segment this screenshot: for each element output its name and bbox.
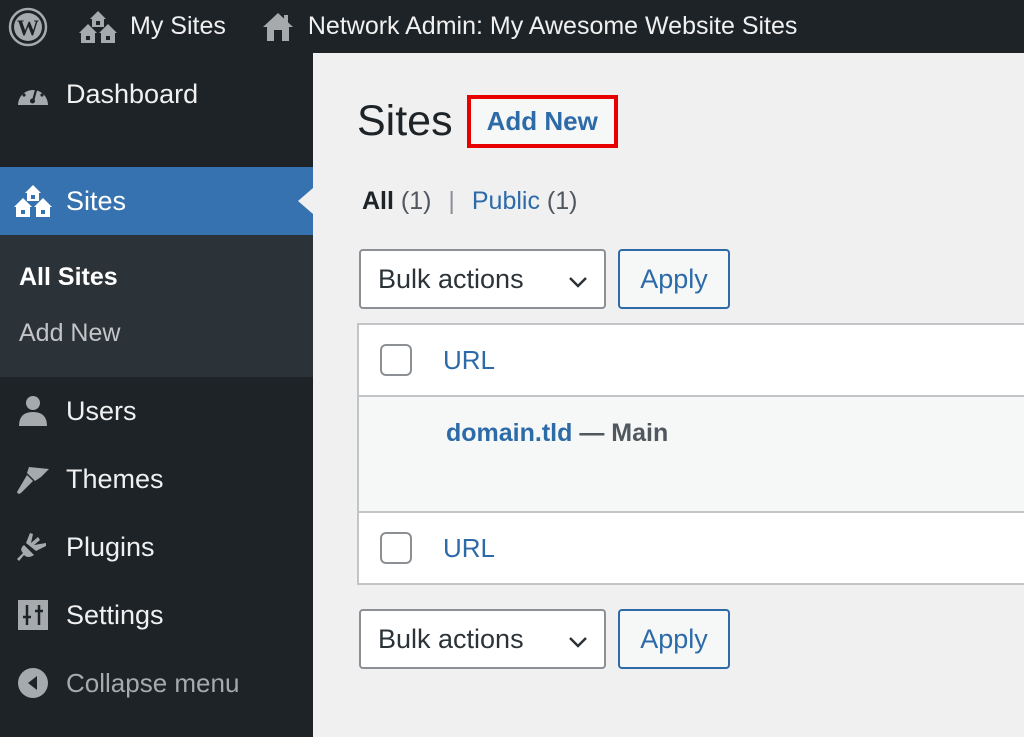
admin-bar: W My Sites Network Admin: My Awesome Web…	[0, 0, 1024, 53]
table-header: URL	[359, 325, 1024, 397]
plugin-icon	[0, 531, 66, 563]
svg-text:W: W	[17, 15, 39, 40]
sidebar-item-plugins[interactable]: Plugins	[0, 513, 313, 581]
filter-all-count: (1)	[400, 187, 432, 215]
sidebar-item-settings[interactable]: Settings	[0, 581, 313, 649]
tablenav-top: Bulk actions Apply	[359, 249, 730, 309]
bulk-actions-select[interactable]: Bulk actions	[359, 249, 606, 309]
multisite-icon	[0, 184, 66, 218]
sidebar-item-label: Collapse menu	[66, 667, 240, 698]
page-title: Sites	[357, 97, 453, 145]
collapse-icon	[0, 667, 66, 699]
chevron-down-icon	[568, 624, 588, 655]
my-sites-menu[interactable]: My Sites	[78, 0, 226, 53]
brush-icon	[0, 463, 66, 495]
users-icon	[0, 395, 66, 427]
dashboard-icon	[0, 79, 66, 107]
bulk-actions-value: Bulk actions	[378, 263, 524, 294]
tablenav-bottom: Bulk actions Apply	[359, 609, 730, 669]
multisite-icon	[78, 10, 118, 44]
table-footer: URL	[359, 511, 1024, 583]
column-footer-url[interactable]: URL	[443, 533, 495, 564]
wordpress-logo-icon: W	[8, 7, 48, 47]
filter-separator: |	[448, 187, 455, 215]
main-content: Sites Add New All (1) | Public (1) Bulk …	[313, 53, 1024, 737]
site-label: — Main	[572, 419, 669, 447]
sidebar-item-label: Settings	[66, 599, 164, 630]
table-row: domain.tld — Main	[359, 397, 1024, 511]
sidebar-item-label: Dashboard	[66, 79, 199, 109]
network-admin-menu[interactable]: Network Admin: My Awesome Website Sites	[262, 0, 798, 53]
apply-button-bottom[interactable]: Apply	[618, 609, 730, 669]
column-header-url[interactable]: URL	[443, 345, 495, 376]
sidebar-item-label: Sites	[66, 185, 127, 216]
select-all-checkbox[interactable]	[380, 344, 412, 376]
bulk-actions-value: Bulk actions	[378, 623, 524, 654]
filter-public[interactable]: Public	[472, 187, 540, 215]
filter-public-count: (1)	[546, 187, 578, 215]
submenu-item-add-new[interactable]: Add New	[0, 305, 313, 361]
sites-table: URL domain.tld — Main URL	[357, 323, 1024, 585]
network-admin-label: Network Admin: My Awesome Website Sites	[307, 12, 798, 40]
wordpress-logo-button[interactable]: W	[8, 0, 48, 53]
sidebar-item-users[interactable]: Users	[0, 377, 313, 445]
sidebar-item-themes[interactable]: Themes	[0, 445, 313, 513]
admin-sidebar: Dashboard Sites All Sites Add New Users …	[0, 53, 313, 737]
sites-submenu: All Sites Add New	[0, 235, 313, 377]
status-filters: All (1) | Public (1)	[362, 187, 577, 216]
settings-icon	[0, 600, 66, 630]
sidebar-item-label: Themes	[66, 463, 164, 494]
home-icon	[262, 11, 294, 43]
submenu-item-all-sites[interactable]: All Sites	[0, 249, 313, 305]
apply-button[interactable]: Apply	[618, 249, 730, 309]
bulk-actions-select-bottom[interactable]: Bulk actions	[359, 609, 606, 669]
chevron-down-icon	[568, 264, 588, 295]
sidebar-item-dashboard[interactable]: Dashboard	[0, 53, 313, 167]
sidebar-item-label: Users	[66, 395, 137, 426]
select-all-checkbox-footer[interactable]	[380, 532, 412, 564]
sidebar-item-label: Plugins	[66, 531, 155, 562]
add-new-button[interactable]: Add New	[466, 95, 618, 148]
filter-all[interactable]: All	[362, 187, 394, 215]
page-header: Sites Add New	[357, 95, 618, 148]
site-url-link[interactable]: domain.tld	[446, 419, 572, 447]
my-sites-label: My Sites	[130, 12, 226, 40]
collapse-menu-button[interactable]: Collapse menu	[0, 649, 313, 717]
sidebar-item-sites[interactable]: Sites	[0, 167, 313, 235]
